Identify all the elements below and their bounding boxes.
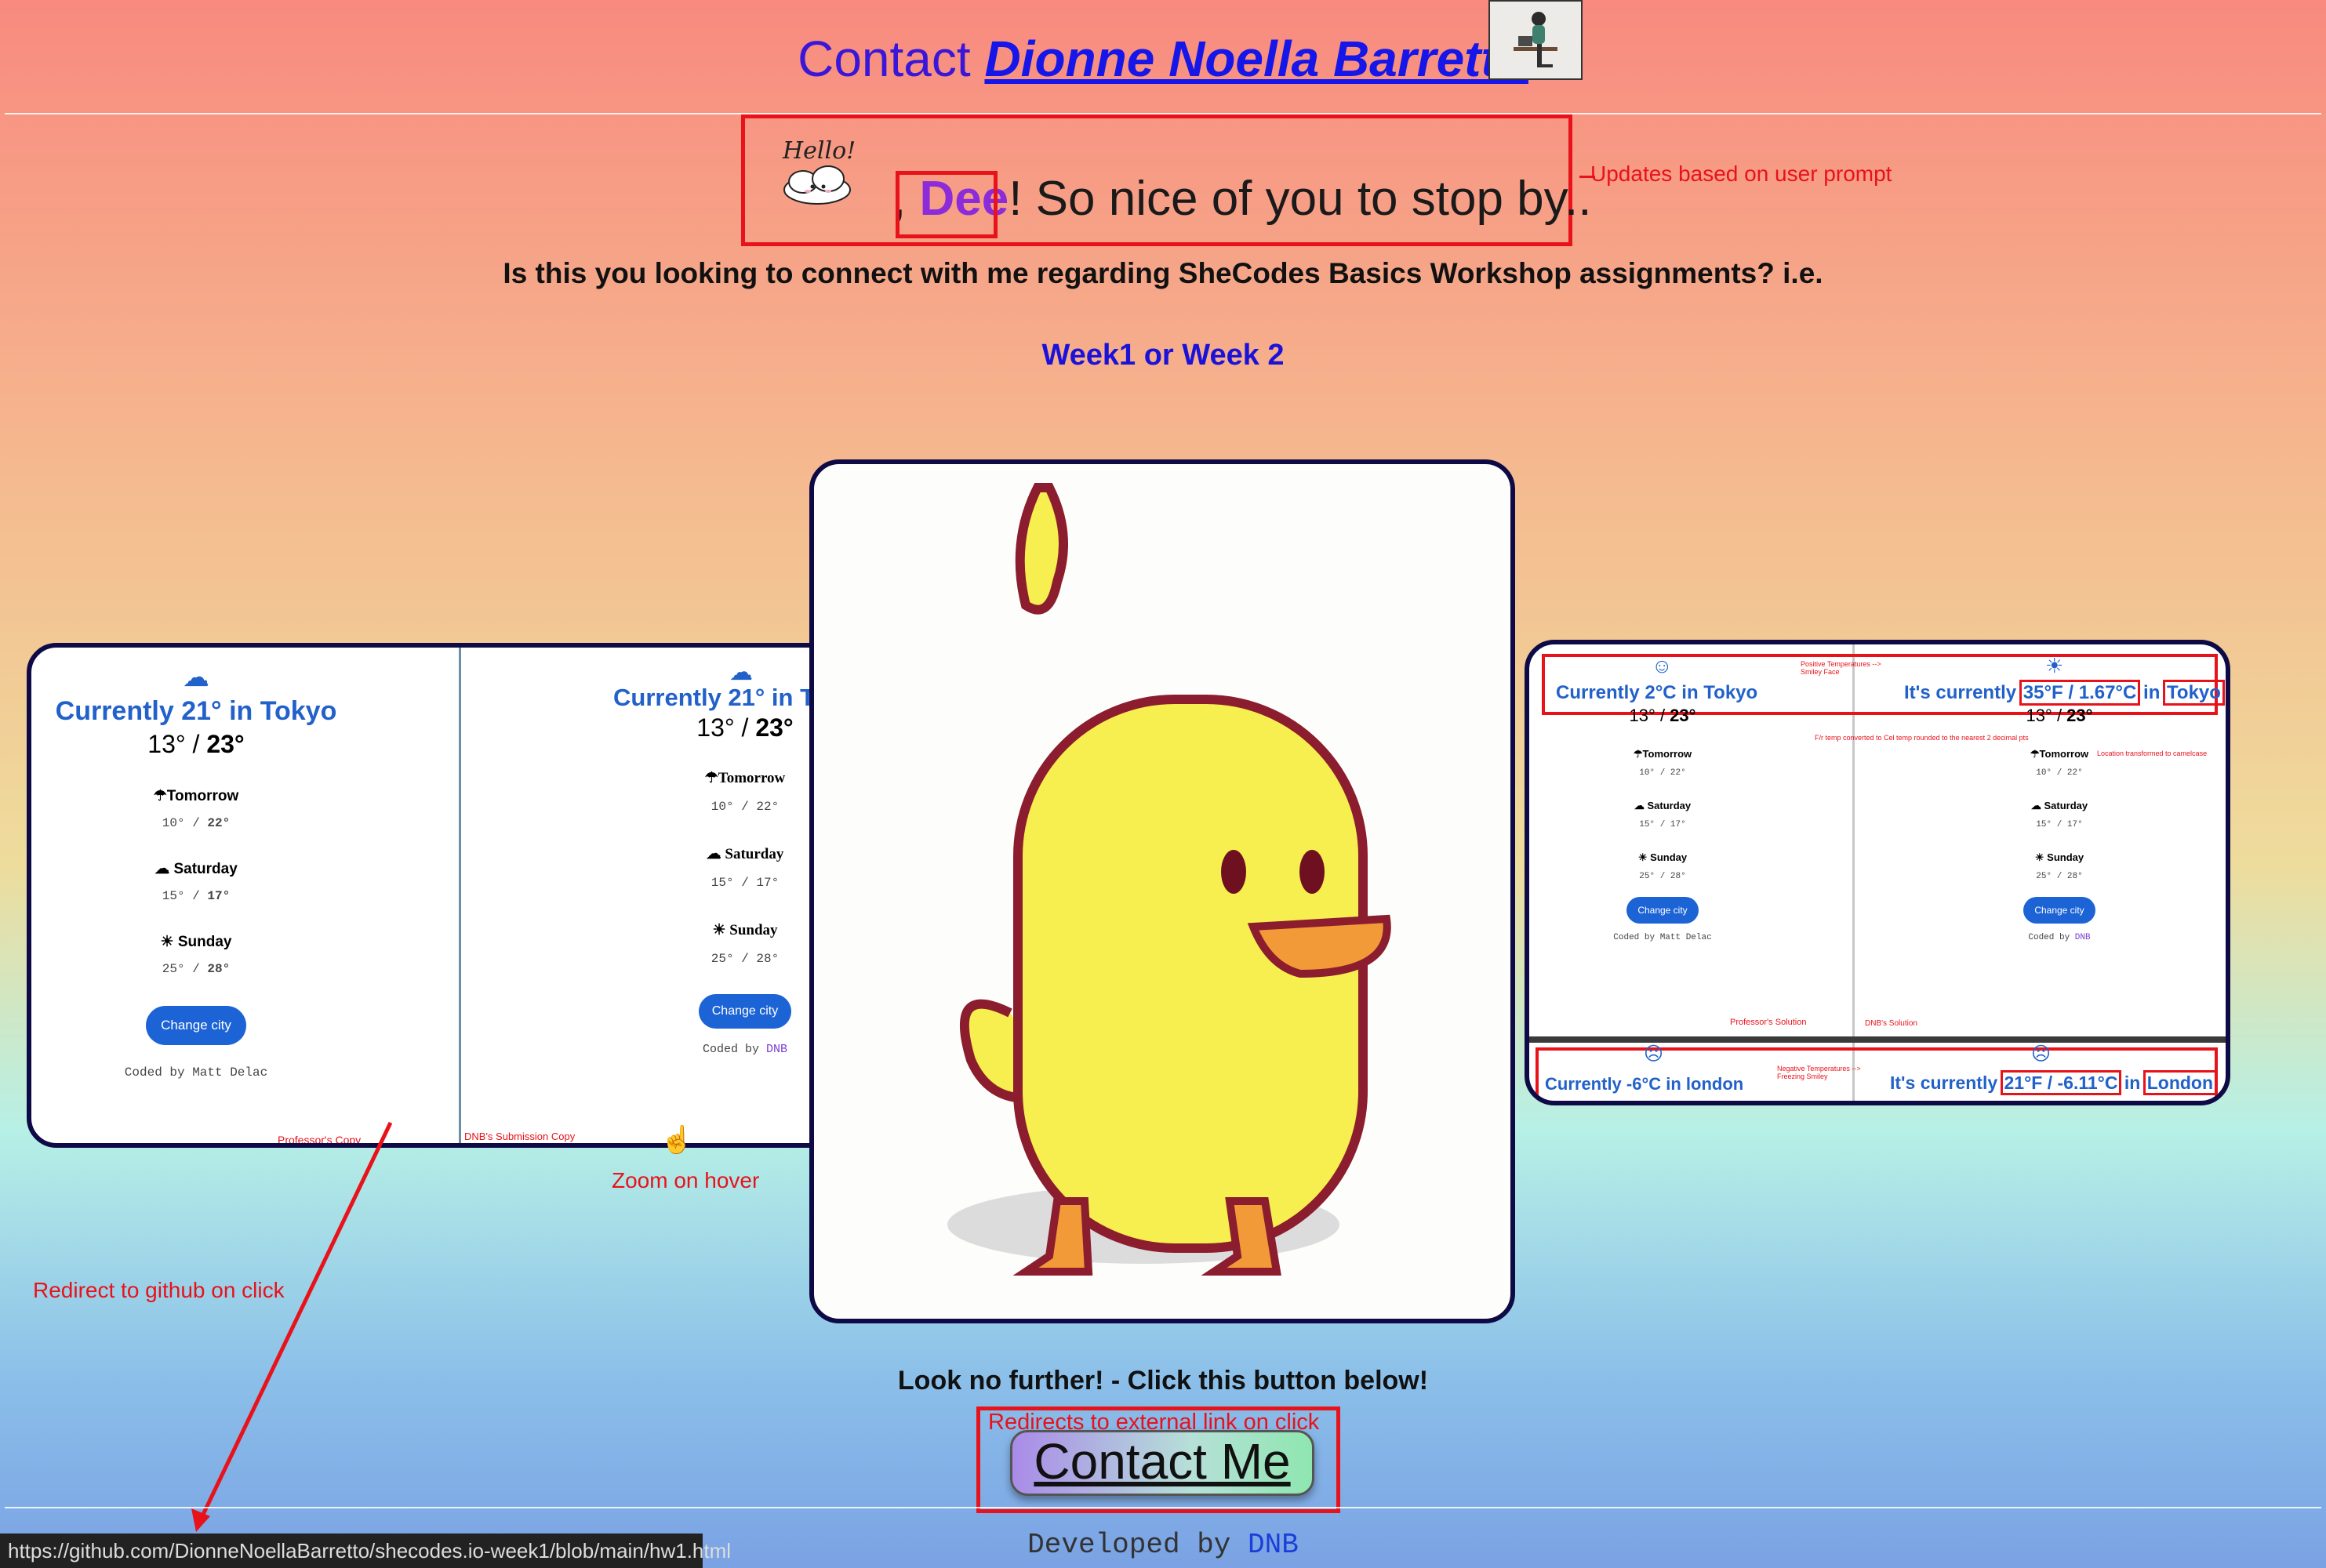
developer-link[interactable]: DNB: [1248, 1529, 1299, 1561]
footer-divider: [5, 1507, 2321, 1508]
browser-status-bar: https://github.com/DionneNoellaBarretto/…: [0, 1534, 731, 1568]
github-redirect-arrow: [191, 1121, 393, 1532]
contact-me-button[interactable]: Contact Me: [1010, 1430, 1314, 1496]
look-further-text: Look no further! - Click this button bel…: [897, 1366, 1429, 1396]
